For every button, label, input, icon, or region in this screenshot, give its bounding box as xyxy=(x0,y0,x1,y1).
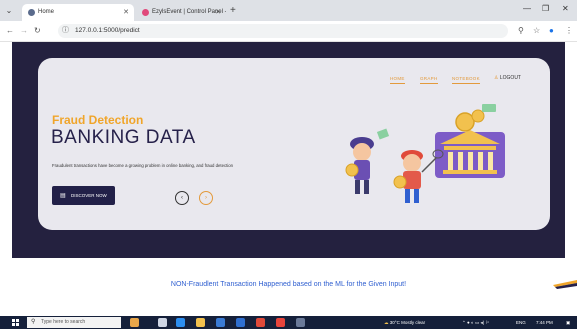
forward-arrow-icon[interactable]: → xyxy=(20,25,28,37)
taskbar-search-box[interactable]: ⚲ Type here to search xyxy=(27,317,121,328)
site-favicon-icon xyxy=(142,9,149,16)
url-text: 127.0.0.1:5000/predict xyxy=(75,27,140,34)
slider-prev-button[interactable]: ‹ xyxy=(175,191,189,205)
stripe-decoration xyxy=(553,280,577,289)
notification-icon[interactable]: ▣ xyxy=(566,316,570,329)
store-icon[interactable] xyxy=(216,318,225,327)
clock[interactable]: 7:44 PM xyxy=(536,316,553,329)
close-tab-icon[interactable]: ✕ xyxy=(215,4,221,21)
bank-illustration xyxy=(435,104,505,178)
weather-text[interactable]: ☁ 30°C Mostly clear xyxy=(384,316,425,329)
document-icon: ▤ xyxy=(60,193,66,199)
close-window-icon[interactable]: ✕ xyxy=(562,3,569,15)
close-tab-icon[interactable]: ✕ xyxy=(123,4,129,21)
widget-icon[interactable] xyxy=(130,318,139,327)
profile-icon[interactable]: ● xyxy=(549,25,554,37)
slider-next-button[interactable]: › xyxy=(199,191,213,205)
language-indicator[interactable]: ENG xyxy=(516,316,526,329)
edge-icon[interactable] xyxy=(176,318,185,327)
reload-icon[interactable]: ↻ xyxy=(34,25,41,37)
logout-link[interactable]: ♙ LOGOUT xyxy=(494,75,521,81)
windows-taskbar: ⚲ Type here to search ☁ 30°C Mostly clea… xyxy=(0,316,577,329)
prediction-result: NON-Fraudlent Transaction Happened based… xyxy=(170,281,407,288)
windows-start-icon[interactable] xyxy=(12,319,19,326)
tab-search-chevron-icon[interactable]: ⌄ xyxy=(3,5,15,17)
minimize-icon[interactable]: — xyxy=(523,3,531,15)
site-info-icon[interactable]: ⓘ xyxy=(62,25,69,37)
weather-icon: ☁ xyxy=(384,320,389,325)
thief-character-left xyxy=(345,128,390,194)
fraud-illustration xyxy=(345,104,505,203)
file-explorer-icon[interactable] xyxy=(196,318,205,327)
thief-character-right xyxy=(393,149,444,203)
hero-subtext: Fraudulent transactions have become a gr… xyxy=(52,163,234,168)
app-icon-gray[interactable] xyxy=(296,318,305,327)
bookmark-star-icon[interactable]: ☆ xyxy=(533,25,540,37)
restore-icon[interactable]: ❐ xyxy=(542,3,549,15)
task-view-icon[interactable] xyxy=(158,318,167,327)
tab-home[interactable]: Home ✕ xyxy=(22,4,134,21)
globe-icon xyxy=(28,9,35,16)
search-icon: ⚲ xyxy=(31,319,36,325)
address-bar[interactable]: ⓘ 127.0.0.1:5000/predict xyxy=(58,24,508,38)
back-arrow-icon[interactable]: ← xyxy=(6,25,14,37)
user-icon: ♙ xyxy=(494,75,499,81)
nav-link-home[interactable]: HOME xyxy=(390,76,405,84)
browser-toolbar: ← → ↻ ⓘ 127.0.0.1:5000/predict ⚲ ☆ ● ⋮ xyxy=(0,21,577,42)
tab-control-panel[interactable]: EzylsEvent | Control Panel - Lo ✕ xyxy=(136,4,226,21)
mail-icon[interactable] xyxy=(236,318,245,327)
system-tray-icons[interactable]: ⌃ ● ◐ ▭ ◂) ⚐ xyxy=(462,316,490,329)
app-icon-red[interactable] xyxy=(256,318,265,327)
new-tab-button[interactable]: + xyxy=(230,4,236,18)
browser-tab-strip: ⌄ Home ✕ EzylsEvent | Control Panel - Lo… xyxy=(0,0,577,21)
nav-link-graph[interactable]: GRAPH xyxy=(420,76,438,84)
chrome-icon[interactable] xyxy=(276,318,285,327)
discover-now-button[interactable]: ▤ DISCOVER NOW xyxy=(52,186,115,205)
hero-headline: BANKING DATA xyxy=(51,127,196,148)
hero-eyebrow: Fraud Detection xyxy=(52,113,144,127)
menu-kebab-icon[interactable]: ⋮ xyxy=(565,25,573,37)
zoom-icon[interactable]: ⚲ xyxy=(518,25,524,37)
nav-link-notebook[interactable]: NOTEBOOK xyxy=(452,76,480,84)
